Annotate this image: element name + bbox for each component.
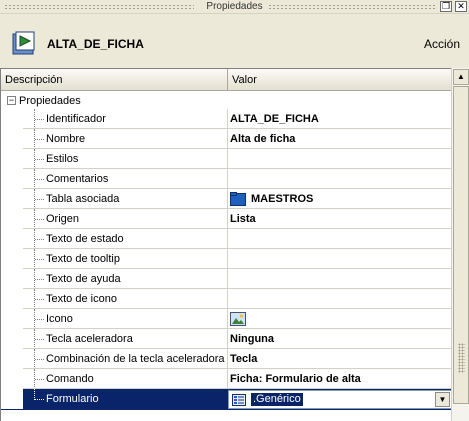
property-value[interactable]: ALTA_DE_FICHA [230, 113, 319, 125]
property-label: Comentarios [46, 173, 109, 185]
property-label: Texto de ayuda [46, 273, 121, 285]
property-row-texto-ayuda[interactable]: Texto de ayuda [1, 269, 451, 289]
image-icon[interactable] [230, 312, 246, 326]
property-label: Icono [46, 313, 73, 325]
property-row-texto-tooltip[interactable]: Texto de tooltip [1, 249, 451, 269]
property-row-comando[interactable]: Comando Ficha: Formulario de alta [1, 369, 451, 389]
formulario-select[interactable]: .Genérico ▼ [228, 390, 451, 409]
property-value[interactable]: Alta de ficha [230, 133, 295, 145]
property-row-texto-icono[interactable]: Texto de icono [1, 289, 451, 309]
property-row-nombre[interactable]: Nombre Alta de ficha [1, 129, 451, 149]
property-value[interactable]: Tecla [230, 353, 257, 365]
property-row-identificador[interactable]: Identificador ALTA_DE_FICHA [1, 109, 451, 129]
property-row-tecla-aceleradora[interactable]: Tecla aceleradora Ninguna [1, 329, 451, 349]
select-value[interactable]: .Genérico [251, 393, 303, 406]
scroll-up-icon[interactable]: ▲ [453, 69, 469, 85]
property-label: Tabla asociada [46, 193, 120, 205]
property-row-texto-estado[interactable]: Texto de estado [1, 229, 451, 249]
form-icon [12, 31, 35, 55]
property-value[interactable]: MAESTROS [251, 193, 313, 205]
action-link[interactable]: Acción [424, 37, 460, 51]
group-propiedades[interactable]: − Propiedades [1, 92, 451, 109]
group-label: Propiedades [19, 95, 81, 107]
property-label: Identificador [46, 113, 106, 125]
property-label: Comando [46, 373, 94, 385]
chevron-down-icon[interactable]: ▼ [435, 392, 450, 407]
close-button[interactable]: ✕ [455, 1, 467, 12]
property-label: Nombre [46, 133, 86, 145]
column-header-description[interactable]: Descripción [1, 69, 228, 91]
property-label: Origen [46, 213, 80, 225]
property-label: Texto de tooltip [46, 253, 120, 265]
property-row-formulario[interactable]: Formulario .Genérico ▼ [1, 389, 451, 410]
panel-titlebar[interactable]: Propiedades ❐ ✕ [0, 0, 469, 14]
property-value[interactable]: Lista [230, 213, 256, 225]
property-row-icono[interactable]: Icono [1, 309, 451, 329]
form-list-icon [232, 394, 246, 406]
property-row-comentarios[interactable]: Comentarios [1, 169, 451, 189]
property-label: Estilos [46, 153, 79, 165]
column-header-value[interactable]: Valor [228, 69, 451, 91]
property-label: Texto de icono [46, 293, 117, 305]
property-value[interactable]: Ninguna [230, 333, 274, 345]
property-row-combinacion-tecla[interactable]: Combinación de la tecla aceleradora Tecl… [1, 349, 451, 369]
property-label: Texto de estado [46, 233, 124, 245]
object-header: ALTA_DE_FICHA Acción [0, 15, 469, 69]
property-label: Combinación de la tecla aceleradora [46, 353, 225, 365]
panel-title: Propiedades [202, 1, 267, 12]
collapse-icon[interactable]: − [7, 96, 16, 105]
property-row-tabla-asociada[interactable]: Tabla asociada MAESTROS [1, 189, 451, 209]
property-row-estilos[interactable]: Estilos [1, 149, 451, 169]
table-icon [230, 192, 246, 206]
property-value[interactable]: Ficha: Formulario de alta [230, 373, 361, 385]
vertical-scrollbar[interactable]: ▲ [451, 68, 469, 421]
property-label: Formulario [46, 393, 99, 405]
property-grid[interactable]: Descripción Valor − Propiedades Identifi… [0, 68, 451, 421]
property-row-origen[interactable]: Origen Lista [1, 209, 451, 229]
restore-button[interactable]: ❐ [440, 1, 452, 12]
object-title: ALTA_DE_FICHA [47, 37, 144, 51]
property-label: Tecla aceleradora [46, 333, 133, 345]
scroll-thumb[interactable] [453, 86, 469, 404]
